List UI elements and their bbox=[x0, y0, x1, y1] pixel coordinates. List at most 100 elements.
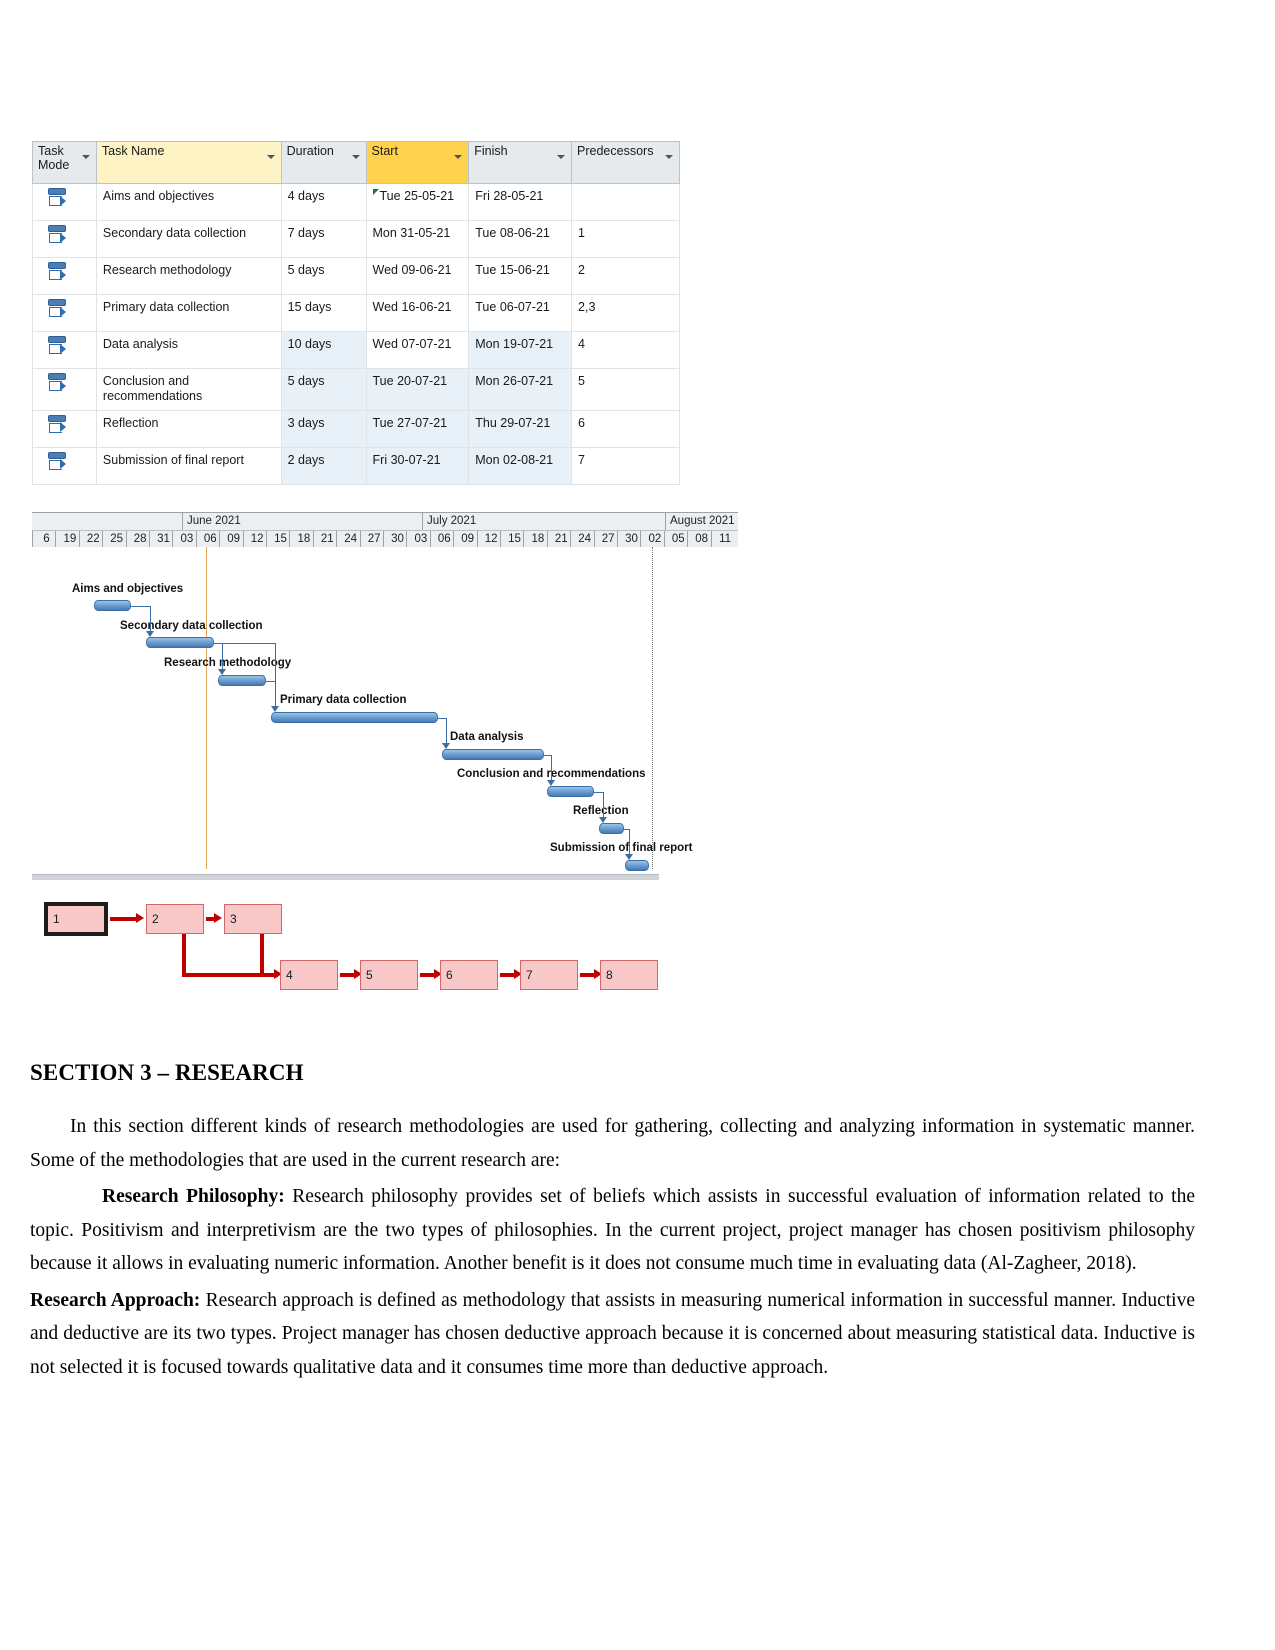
start-cell-text: Wed 07-07-21 bbox=[372, 337, 452, 351]
table-row[interactable]: Reflection 3 days Tue 27-07-21 Thu 29-07-21… bbox=[32, 409, 680, 448]
gantt-bar[interactable] bbox=[271, 712, 438, 723]
task-name-cell[interactable]: Secondary data collection bbox=[95, 220, 282, 258]
gantt-dependency-line bbox=[150, 606, 151, 632]
gantt-today-line bbox=[206, 547, 207, 869]
gantt-bar[interactable] bbox=[146, 637, 214, 648]
network-node[interactable]: 4 bbox=[280, 960, 338, 990]
predecessors-cell[interactable]: 6 bbox=[571, 409, 680, 448]
gantt-horizontal-scrollbar[interactable] bbox=[32, 874, 659, 880]
chevron-down-icon[interactable] bbox=[454, 155, 463, 159]
column-header-task-mode[interactable]: Task Mode bbox=[32, 141, 97, 184]
task-mode-cell[interactable] bbox=[32, 446, 97, 485]
chevron-down-icon[interactable] bbox=[351, 155, 360, 159]
gantt-bar-label: Data analysis bbox=[450, 731, 524, 743]
gantt-bar[interactable] bbox=[625, 860, 649, 871]
gantt-bar[interactable] bbox=[547, 786, 594, 797]
network-node[interactable]: 3 bbox=[224, 904, 282, 934]
chevron-down-icon[interactable] bbox=[665, 155, 673, 159]
task-mode-cell[interactable] bbox=[32, 220, 97, 258]
task-name-cell[interactable]: Conclusion and recommendations bbox=[95, 368, 282, 411]
predecessors-cell[interactable]: 2 bbox=[571, 257, 680, 295]
column-header-predecessors[interactable]: Predecessors bbox=[571, 141, 680, 184]
finish-cell[interactable]: Mon 26-07-21 bbox=[468, 368, 573, 411]
network-node[interactable]: 1 bbox=[44, 902, 108, 936]
start-cell[interactable]: Wed 09-06-21 bbox=[365, 257, 470, 295]
task-mode-cell[interactable] bbox=[32, 331, 97, 369]
duration-cell[interactable]: 4 days bbox=[280, 183, 367, 221]
network-node[interactable]: 2 bbox=[146, 904, 204, 934]
column-header-label: Task Name bbox=[101, 144, 165, 158]
task-name-cell[interactable]: Submission of final report bbox=[95, 446, 282, 485]
predecessors-cell[interactable]: 1 bbox=[571, 220, 680, 258]
network-node-label: 2 bbox=[152, 912, 159, 926]
predecessors-cell[interactable] bbox=[571, 183, 680, 221]
predecessors-cell[interactable]: 2,3 bbox=[571, 294, 680, 332]
network-node[interactable]: 8 bbox=[600, 960, 658, 990]
start-cell-text: Wed 16-06-21 bbox=[372, 300, 452, 314]
start-cell[interactable]: Wed 16-06-21 bbox=[365, 294, 470, 332]
start-cell[interactable]: Tue 20-07-21 bbox=[365, 368, 470, 411]
task-name-cell[interactable]: Primary data collection bbox=[95, 294, 282, 332]
finish-cell[interactable]: Mon 02-08-21 bbox=[468, 446, 573, 485]
chevron-down-icon[interactable] bbox=[557, 155, 566, 159]
task-name-cell[interactable]: Aims and objectives bbox=[95, 183, 282, 221]
network-node[interactable]: 5 bbox=[360, 960, 418, 990]
duration-cell[interactable]: 10 days bbox=[280, 331, 367, 369]
gantt-bar[interactable] bbox=[218, 675, 266, 686]
task-name-cell[interactable]: Research methodology bbox=[95, 257, 282, 295]
predecessors-cell[interactable]: 5 bbox=[571, 368, 680, 411]
network-node[interactable]: 7 bbox=[520, 960, 578, 990]
column-header-start[interactable]: Start bbox=[365, 141, 470, 184]
table-row[interactable]: Conclusion and recommendations 5 days Tue … bbox=[32, 368, 680, 411]
gantt-bar-label: Submission of final report bbox=[550, 842, 693, 854]
predecessors-cell-text: 6 bbox=[578, 415, 585, 430]
finish-cell[interactable]: Tue 06-07-21 bbox=[468, 294, 573, 332]
finish-cell[interactable]: Tue 15-06-21 bbox=[468, 257, 573, 295]
start-cell[interactable]: Wed 07-07-21 bbox=[365, 331, 470, 369]
gantt-bar[interactable] bbox=[599, 823, 624, 834]
task-mode-cell[interactable] bbox=[32, 368, 97, 411]
network-node-label: 1 bbox=[53, 912, 60, 926]
finish-cell[interactable]: Mon 19-07-21 bbox=[468, 331, 573, 369]
start-cell[interactable]: Tue 25-05-21 bbox=[365, 183, 470, 221]
table-row[interactable]: Data analysis 10 days Wed 07-07-21 Mon 19-0… bbox=[32, 331, 680, 369]
predecessors-cell[interactable]: 7 bbox=[571, 446, 680, 485]
chevron-down-icon[interactable] bbox=[266, 155, 275, 159]
start-cell[interactable]: Mon 31-05-21 bbox=[365, 220, 470, 258]
column-header-label: Predecessors bbox=[577, 144, 654, 158]
duration-cell[interactable]: 5 days bbox=[280, 257, 367, 295]
table-header-row: Task Mode Task Name Duration Start Finis… bbox=[32, 141, 680, 184]
table-row[interactable]: Primary data collection 15 days Wed 16-06-… bbox=[32, 294, 680, 332]
chevron-down-icon[interactable] bbox=[81, 155, 90, 159]
project-task-table: Task Mode Task Name Duration Start Finis… bbox=[32, 141, 680, 485]
task-mode-cell[interactable] bbox=[32, 183, 97, 221]
column-header-task-name[interactable]: Task Name bbox=[95, 141, 282, 184]
table-row[interactable]: Secondary data collection 7 days Mon 31-05… bbox=[32, 220, 680, 258]
duration-cell[interactable]: 15 days bbox=[280, 294, 367, 332]
start-cell[interactable]: Fri 30-07-21 bbox=[365, 446, 470, 485]
predecessors-cell[interactable]: 4 bbox=[571, 331, 680, 369]
task-mode-cell[interactable] bbox=[32, 409, 97, 448]
start-cell[interactable]: Tue 27-07-21 bbox=[365, 409, 470, 448]
duration-cell[interactable]: 3 days bbox=[280, 409, 367, 448]
start-cell-text: Wed 09-06-21 bbox=[372, 263, 452, 277]
task-mode-cell[interactable] bbox=[32, 257, 97, 295]
duration-cell-text: 15 days bbox=[287, 300, 332, 314]
column-header-finish[interactable]: Finish bbox=[468, 141, 573, 184]
column-header-duration[interactable]: Duration bbox=[280, 141, 367, 184]
task-name-cell[interactable]: Data analysis bbox=[95, 331, 282, 369]
network-node[interactable]: 6 bbox=[440, 960, 498, 990]
finish-cell[interactable]: Thu 29-07-21 bbox=[468, 409, 573, 448]
duration-cell[interactable]: 5 days bbox=[280, 368, 367, 411]
table-row[interactable]: Submission of final report 2 days Fri 30-0… bbox=[32, 446, 680, 485]
gantt-bar[interactable] bbox=[94, 600, 131, 611]
table-row[interactable]: Aims and objectives 4 days Tue 25-05-21 Fri… bbox=[32, 183, 680, 221]
gantt-bar[interactable] bbox=[442, 749, 544, 760]
finish-cell[interactable]: Tue 08-06-21 bbox=[468, 220, 573, 258]
duration-cell[interactable]: 2 days bbox=[280, 446, 367, 485]
task-name-cell[interactable]: Reflection bbox=[95, 409, 282, 448]
duration-cell[interactable]: 7 days bbox=[280, 220, 367, 258]
finish-cell[interactable]: Fri 28-05-21 bbox=[468, 183, 573, 221]
table-row[interactable]: Research methodology 5 days Wed 09-06-21 Tu… bbox=[32, 257, 680, 295]
task-mode-cell[interactable] bbox=[32, 294, 97, 332]
